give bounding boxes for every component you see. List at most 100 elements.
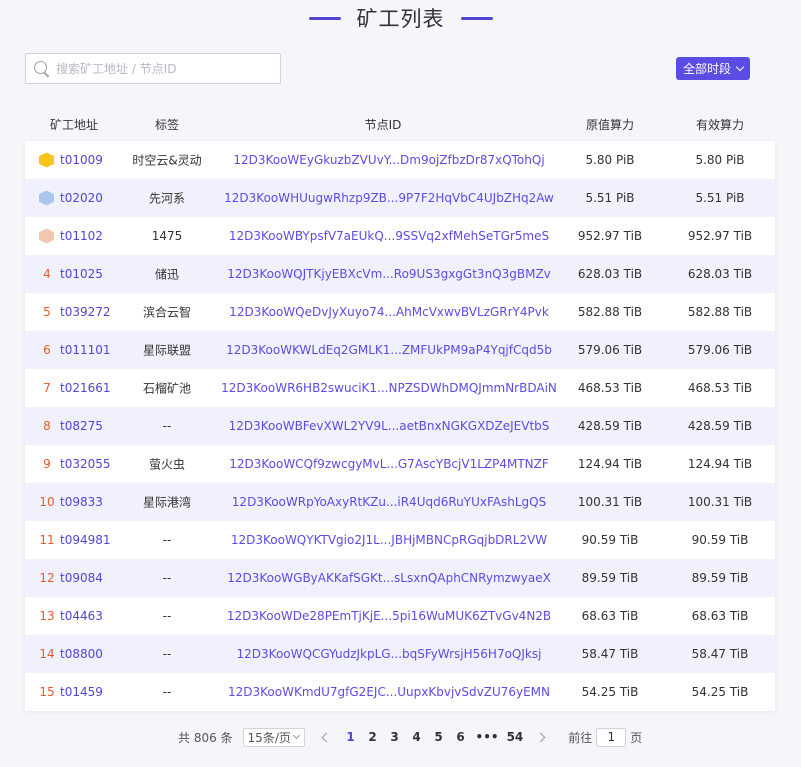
- node-id-link[interactable]: 12D3KooWEyGkuzbZVUvY...Dm9ojZfbzDr87xQTo…: [233, 153, 544, 167]
- column-address: 矿工地址: [49, 118, 99, 132]
- miner-address-link[interactable]: t01459: [60, 685, 103, 699]
- rank-number: 7: [43, 381, 51, 395]
- node-id-link[interactable]: 12D3KooWDe28PEmTjKjE...5pi16WuMUK6ZTvGv4…: [227, 609, 551, 623]
- chevron-down-icon: [292, 731, 300, 740]
- miner-address-link[interactable]: t011101: [60, 343, 111, 357]
- page-number[interactable]: 4: [410, 730, 424, 744]
- node-id-link[interactable]: 12D3KooWBYpsfV7aEUkQ...9SSVq2xfMehSeTGr5…: [229, 229, 549, 243]
- pagination: 共 806 条 15条/页 123456 ••• 54 前往 页: [178, 727, 642, 747]
- miner-address-link[interactable]: t094981: [60, 533, 111, 547]
- table-row: 5 t039272 滨合云智 12D3KooWQeDvJyXuyo74...AhMcV…: [25, 293, 775, 331]
- miner-table: t01009 时空云&灵动 12D3KooWEyGkuzbZVUvY...Dm9oj…: [25, 141, 775, 711]
- miner-address-link[interactable]: t01009: [60, 153, 103, 167]
- node-id-link[interactable]: 12D3KooWQJTKjyEBXcVm...Ro9US3gxgGt3nQ3gB…: [227, 267, 551, 281]
- page-number[interactable]: 2: [366, 730, 380, 744]
- search-box[interactable]: [25, 53, 281, 84]
- node-id-link[interactable]: 12D3KooWQeDvJyXuyo74...AhMcVxwvBVLzGRrY4…: [229, 305, 549, 319]
- miner-address-link[interactable]: t01025: [60, 267, 103, 281]
- miner-tag: 滨合云智: [142, 305, 192, 320]
- period-dropdown-button[interactable]: 全部时段: [676, 57, 750, 80]
- table-row: t01102 1475 12D3KooWBYpsfV7aEUkQ...9SSVq2x…: [25, 217, 775, 255]
- title-decoration-right: [460, 16, 493, 20]
- rank-number: 9: [43, 457, 51, 471]
- period-label: 全部时段: [682, 62, 731, 76]
- table-row: 14 t08800 -- 12D3KooWQCGYudzJkpLG...bqSFyWr…: [25, 635, 775, 673]
- table-header: 矿工地址 标签 节点ID 原值算力 有效算力: [25, 110, 775, 140]
- miner-address-link[interactable]: t04463: [60, 609, 103, 623]
- effective-power: 54.25 TiB: [691, 685, 749, 699]
- miner-address-link[interactable]: t021661: [60, 381, 111, 395]
- raw-power: 124.94 TiB: [577, 457, 643, 471]
- effective-power: 579.06 TiB: [687, 343, 753, 357]
- rank-number: 11: [39, 533, 55, 547]
- effective-power: 58.47 TiB: [691, 647, 749, 661]
- effective-power: 428.59 TiB: [687, 419, 753, 433]
- goto-page-input[interactable]: [596, 727, 627, 747]
- miner-address-link[interactable]: t01102: [60, 229, 103, 243]
- page-size-select[interactable]: 15条/页: [242, 727, 305, 747]
- effective-power: 89.59 TiB: [691, 571, 749, 585]
- next-page-icon[interactable]: [535, 732, 546, 742]
- effective-power: 90.59 TiB: [691, 533, 749, 547]
- miner-tag: --: [162, 685, 172, 699]
- total-count: 共 806 条: [178, 730, 233, 745]
- search-input[interactable]: [56, 61, 276, 76]
- miner-address-link[interactable]: t032055: [60, 457, 111, 471]
- page-numbers: 1 2 3 4 5 6 ••• 54: [340, 730, 528, 744]
- page-number[interactable]: 3: [388, 730, 402, 744]
- column-node-id: 节点ID: [364, 118, 402, 132]
- title-decoration-left: [308, 16, 341, 20]
- page-title: 矿工列表: [356, 7, 445, 31]
- rank-number: 15: [39, 685, 55, 699]
- node-id-link[interactable]: 12D3KooWRpYoAxyRtKZu...iR4Uqd6RuYUxFAshL…: [232, 495, 546, 509]
- node-id-link[interactable]: 12D3KooWCQf9zwcgyMvL...G7AscYBcjV1LZP4MT…: [229, 457, 549, 471]
- node-id-link[interactable]: 12D3KooWQCGYudzJkpLG...bqSFyWrsjH56H7oQJ…: [237, 647, 542, 661]
- miner-tag: --: [162, 419, 172, 433]
- table-row: 8 t08275 -- 12D3KooWBFevXWL2YV9L...aetBnxNG…: [25, 407, 775, 445]
- effective-power: 5.80 PiB: [695, 153, 745, 167]
- miner-address-link[interactable]: t08800: [60, 647, 103, 661]
- raw-power: 100.31 TiB: [577, 495, 643, 509]
- rank-number: 5: [43, 305, 51, 319]
- effective-power: 952.97 TiB: [687, 229, 753, 243]
- page-number[interactable]: 6: [454, 730, 468, 744]
- node-id-link[interactable]: 12D3KooWBFevXWL2YV9L...aetBnxNGKGXDZeJEV…: [229, 419, 550, 433]
- page-ellipsis[interactable]: •••: [476, 730, 499, 744]
- raw-power: 58.47 TiB: [581, 647, 639, 661]
- miner-tag: --: [162, 647, 172, 661]
- raw-power: 582.88 TiB: [577, 305, 643, 319]
- goto-label: 前往: [568, 730, 593, 745]
- node-id-link[interactable]: 12D3KooWKWLdEq2GMLK1...ZMFUkPM9aP4YqjfCq…: [226, 343, 552, 357]
- node-id-link[interactable]: 12D3KooWGByAKKafSGKt...sLsxnQAphCNRymzwy…: [227, 571, 551, 585]
- miner-tag: 先河系: [148, 191, 186, 206]
- effective-power: 468.53 TiB: [687, 381, 753, 395]
- node-id-link[interactable]: 12D3KooWR6HB2swuciK1...NPZSDWhDMQJmmNrBD…: [221, 381, 557, 395]
- miner-address-link[interactable]: t09084: [60, 571, 103, 585]
- miner-address-link[interactable]: t09833: [60, 495, 103, 509]
- miner-tag: 星际港湾: [142, 495, 192, 510]
- gold-medal-icon: [39, 152, 54, 168]
- miner-address-link[interactable]: t02020: [60, 191, 103, 205]
- miner-tag: 星际联盟: [142, 343, 192, 358]
- node-id-link[interactable]: 12D3KooWQYKTVgio2J1L...JBHjMBNCpRGqjbDRL…: [231, 533, 547, 547]
- node-id-link[interactable]: 12D3KooWKmdU7gfG2EJC...UupxKbvjvSdvZU76y…: [228, 685, 550, 699]
- miner-tag: --: [162, 533, 172, 547]
- raw-power: 628.03 TiB: [577, 267, 643, 281]
- miner-address-link[interactable]: t08275: [60, 419, 103, 433]
- page-number[interactable]: 5: [432, 730, 446, 744]
- page-number[interactable]: 54: [507, 730, 524, 744]
- effective-power: 582.88 TiB: [687, 305, 753, 319]
- rank-number: 12: [39, 571, 55, 585]
- miner-tag: 储迅: [154, 267, 180, 282]
- rank-number: 6: [43, 343, 51, 357]
- table-row: 7 t021661 石榴矿池 12D3KooWR6HB2swuciK1...NPZSD…: [25, 369, 775, 407]
- node-id-link[interactable]: 12D3KooWHUugwRhzp9ZB...9P7F2HqVbC4UJbZHq…: [224, 191, 554, 205]
- table-row: 13 t04463 -- 12D3KooWDe28PEmTjKjE...5pi16Wu…: [25, 597, 775, 635]
- effective-power: 68.63 TiB: [691, 609, 749, 623]
- table-row: 15 t01459 -- 12D3KooWKmdU7gfG2EJC...UupxKbv…: [25, 673, 775, 711]
- prev-page-icon[interactable]: [321, 732, 331, 742]
- miner-address-link[interactable]: t039272: [60, 305, 111, 319]
- page-number[interactable]: 1: [344, 730, 358, 744]
- page-size-value: 15条/页: [247, 730, 291, 745]
- goto-suffix: 页: [630, 730, 643, 745]
